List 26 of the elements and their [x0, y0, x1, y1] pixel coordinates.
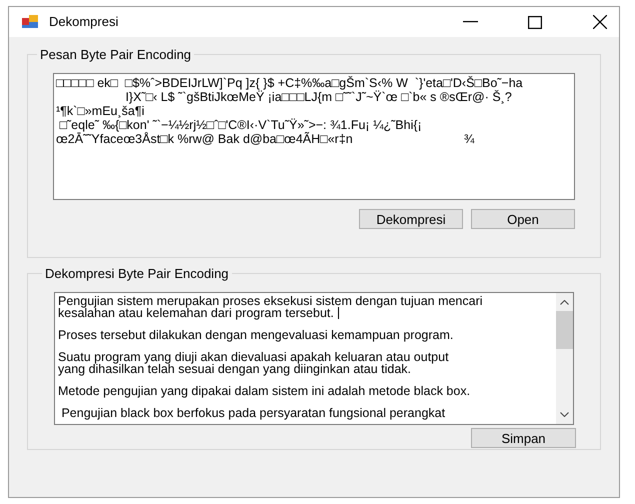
text-line: Suatu program yang diuji akan dievaluasi apakah keluaran atau output: [58, 350, 449, 364]
push-button[interactable]: Open: [471, 208, 575, 228]
text-line: Proses tersebut dilakukan dengan mengevaluasi kemampuan program.: [58, 328, 454, 342]
push-button[interactable]: Simpan: [471, 428, 576, 448]
maximize-icon[interactable]: [528, 16, 542, 28]
text-line: œ2Ā˜˜Yfaceœ3Åst□k %rw@ Bak d@ba□œ4ÃH□«r‡n ¾: [56, 132, 476, 146]
scroll-up-icon[interactable]: [560, 300, 569, 304]
text-line: ¹¶k`□»mEu¸ša¶i: [56, 104, 144, 118]
scrollbar[interactable]: [556, 292, 573, 424]
scroll-down-icon[interactable]: [560, 412, 569, 416]
text-area[interactable]: [54, 292, 574, 424]
text-line: □˜eqle˜ ‰{□kon' ˜`−¼½rj½□ˆ□'C®I‹·V`Tu˜Ÿ»˜>−: ¾1.Fu¡ ¼¿˜Bhi{¡: [59, 118, 423, 132]
scroll-thumb[interactable]: [556, 310, 573, 348]
text-line: I}X˜□‹ L$ ˜`gšBtiJkœMeŸ ¡ia□□□LJ{m □˜˜`J˜~Ÿ`œ □`b« s ®sŒr@· Š¸?: [125, 90, 512, 104]
app-icon: [22, 15, 39, 29]
close-icon[interactable]: [593, 15, 607, 29]
window-title: Dekompresi: [49, 13, 118, 32]
text-line: Pengujian black box berfokus pada persyaratan fungsional perangkat: [60, 406, 446, 420]
text-line: □□□□□ ek□ □$%ˆ>BDEIJrLW]`Pq ]z{ }$ +C‡%‰a□gŠm`S‹% W `}'eta□'D‹Š□Bo˜−ha: [56, 76, 524, 90]
push-button[interactable]: Dekompresi: [359, 208, 463, 228]
group-title: Dekompresi Byte Pair Encoding: [44, 265, 230, 283]
text-area[interactable]: [53, 72, 575, 200]
text-line: Metode pengujian yang dipakai dalam sistem ini adalah metode black box.: [58, 384, 470, 398]
minimize-icon[interactable]: [463, 21, 478, 23]
group-title: Pesan Byte Pair Encoding: [39, 46, 192, 64]
text-line: Pengujian sistem merupakan proses eksekusi sistem dengan tujuan mencari: [58, 294, 483, 308]
